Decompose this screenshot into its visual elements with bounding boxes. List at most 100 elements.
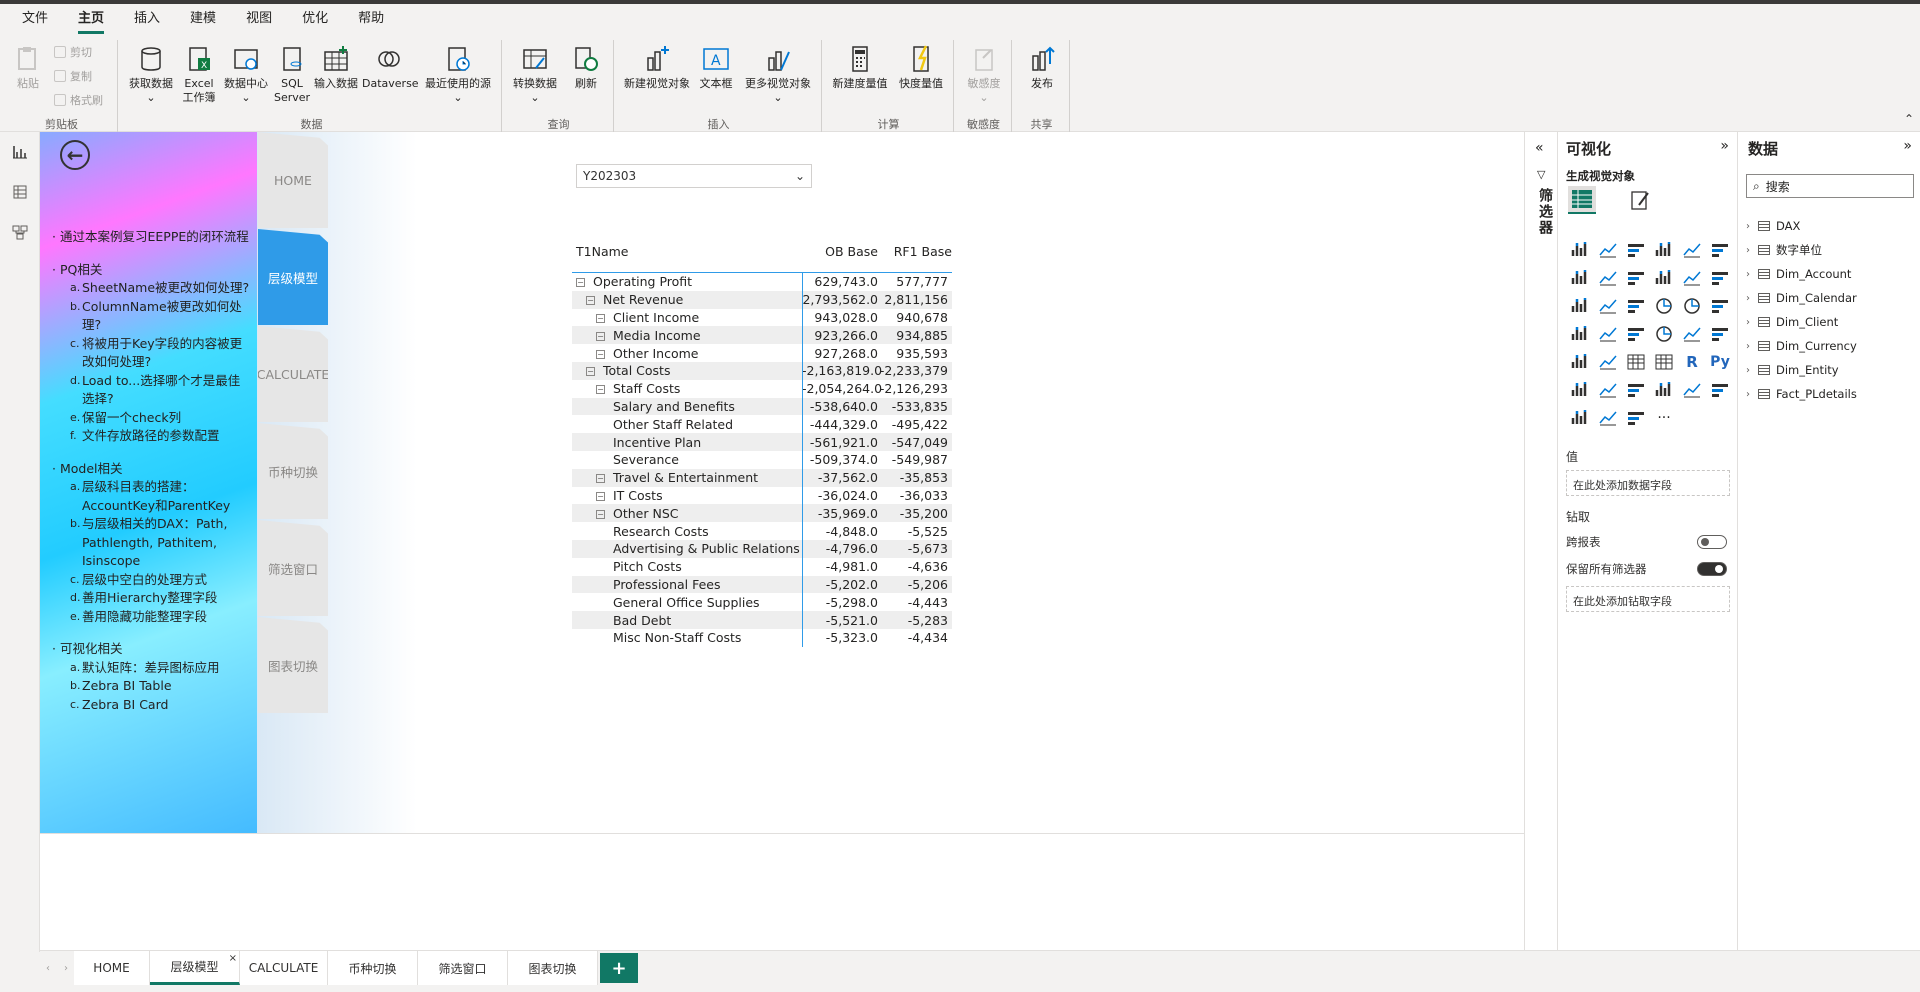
collapse-minus-icon[interactable]: − bbox=[596, 349, 605, 359]
more-icon[interactable]: ··· bbox=[1650, 404, 1678, 432]
100-column-icon[interactable] bbox=[1706, 236, 1734, 264]
page-tab-5[interactable]: 图表切换 bbox=[508, 951, 598, 985]
keep-filters-toggle[interactable] bbox=[1697, 562, 1727, 576]
treemap-icon[interactable] bbox=[1706, 292, 1734, 320]
header-rf1-base[interactable]: RF1 Base bbox=[882, 244, 952, 259]
data-table-item[interactable]: › Dim_Currency bbox=[1746, 334, 1857, 358]
menu-6[interactable]: 帮助 bbox=[358, 4, 384, 34]
line-clustered-icon[interactable] bbox=[1678, 264, 1706, 292]
scatter-icon[interactable] bbox=[1622, 292, 1650, 320]
pie-icon[interactable] bbox=[1650, 292, 1678, 320]
quick-measure-button[interactable]: 快度量值 bbox=[894, 44, 948, 91]
r-visual-icon[interactable]: R bbox=[1678, 348, 1706, 376]
filters-title[interactable]: 筛选器 bbox=[1535, 188, 1555, 236]
chevron-right-icon[interactable]: › bbox=[1746, 389, 1758, 400]
nav-tab-4[interactable]: 筛选窗口 bbox=[258, 520, 328, 616]
clustered-bar-icon[interactable] bbox=[1622, 236, 1650, 264]
menu-0[interactable]: 文件 bbox=[22, 4, 48, 34]
table-icon[interactable] bbox=[1622, 348, 1650, 376]
data-hub-button[interactable]: 数据中心 ⌄ bbox=[220, 44, 272, 105]
transform-data-button[interactable]: 转换数据 ⌄ bbox=[508, 44, 562, 105]
stacked-bar-icon[interactable] bbox=[1566, 236, 1594, 264]
format-painter-button[interactable]: 格式刷 bbox=[54, 92, 103, 108]
textbox-button[interactable]: A 文本框 bbox=[696, 44, 736, 91]
menu-5[interactable]: 优化 bbox=[302, 4, 328, 34]
chevron-right-icon[interactable]: › bbox=[1746, 221, 1758, 232]
funnel-icon[interactable] bbox=[1594, 292, 1622, 320]
page-tab-2[interactable]: CALCULATE bbox=[240, 951, 328, 985]
sql-server-button[interactable]: SQL Server bbox=[274, 44, 310, 105]
kpi-icon[interactable] bbox=[1566, 348, 1594, 376]
page-tab-1[interactable]: 层级模型 × bbox=[150, 951, 240, 985]
line-column-icon[interactable] bbox=[1650, 264, 1678, 292]
nav-tab-1[interactable]: 层级模型 bbox=[258, 229, 328, 325]
collapse-minus-icon[interactable]: − bbox=[596, 385, 605, 395]
add-page-button[interactable]: + bbox=[600, 953, 638, 983]
paginated-icon[interactable] bbox=[1706, 376, 1734, 404]
collapse-minus-icon[interactable]: − bbox=[596, 331, 605, 341]
filled-map-icon[interactable] bbox=[1594, 320, 1622, 348]
nav-tab-3[interactable]: 币种切换 bbox=[258, 423, 328, 519]
ribbon-icon[interactable] bbox=[1706, 264, 1734, 292]
gauge-icon[interactable] bbox=[1650, 320, 1678, 348]
collapse-minus-icon[interactable]: − bbox=[596, 313, 605, 323]
collapse-chevron-icon[interactable]: » bbox=[1903, 138, 1912, 154]
drillthrough-well[interactable]: 在此处添加钻取字段 bbox=[1566, 586, 1730, 612]
stacked-column-icon[interactable] bbox=[1594, 236, 1622, 264]
refresh-button[interactable]: 刷新 bbox=[566, 44, 606, 91]
power-automate-icon[interactable] bbox=[1594, 404, 1622, 432]
data-table-item[interactable]: › Dim_Account bbox=[1746, 262, 1857, 286]
waterfall-icon[interactable] bbox=[1566, 292, 1594, 320]
new-visual-button[interactable]: 新建视觉对象 bbox=[620, 44, 694, 91]
paste-button[interactable]: 粘贴 bbox=[10, 44, 46, 91]
publish-button[interactable]: 发布 bbox=[1020, 44, 1064, 91]
area-icon[interactable] bbox=[1594, 264, 1622, 292]
get-data-button[interactable]: 获取数据 ⌄ bbox=[126, 44, 176, 105]
100-bar-icon[interactable] bbox=[1678, 236, 1706, 264]
format-visual-tab[interactable] bbox=[1626, 186, 1654, 214]
more-visuals-button[interactable]: 更多视觉对象 ⌄ bbox=[738, 44, 818, 105]
nav-tab-0[interactable]: HOME bbox=[258, 132, 328, 228]
menu-2[interactable]: 插入 bbox=[134, 4, 160, 34]
period-slicer[interactable]: Y202303 ⌄ bbox=[576, 164, 812, 188]
new-measure-button[interactable]: 新建度量值 bbox=[828, 44, 892, 91]
values-well[interactable]: 在此处添加数据字段 bbox=[1566, 470, 1730, 496]
stacked-area-icon[interactable] bbox=[1622, 264, 1650, 292]
slicer-icon[interactable] bbox=[1594, 348, 1622, 376]
data-table-item[interactable]: › 数字单位 bbox=[1746, 238, 1857, 262]
collapse-chevron-icon[interactable]: » bbox=[1720, 138, 1729, 154]
cut-button[interactable]: 剪切 bbox=[54, 44, 92, 60]
decomposition-tree-icon[interactable] bbox=[1594, 376, 1622, 404]
data-search-input[interactable]: ⌕ 搜索 bbox=[1746, 174, 1914, 198]
data-table-item[interactable]: › Dim_Client bbox=[1746, 310, 1857, 334]
page-tab-3[interactable]: 币种切换 bbox=[328, 951, 418, 985]
clustered-column-icon[interactable] bbox=[1650, 236, 1678, 264]
chevron-right-icon[interactable]: › bbox=[1746, 245, 1758, 256]
power-apps-icon[interactable] bbox=[1566, 404, 1594, 432]
menu-4[interactable]: 视图 bbox=[246, 4, 272, 34]
excel-button[interactable]: X Excel 工作簿 bbox=[178, 44, 220, 105]
data-table-item[interactable]: › DAX bbox=[1746, 214, 1857, 238]
data-table-item[interactable]: › Fact_PLdetails bbox=[1746, 382, 1857, 406]
dataverse-button[interactable]: Dataverse bbox=[362, 44, 419, 91]
collapse-minus-icon[interactable]: − bbox=[596, 509, 605, 519]
copy-button[interactable]: 复制 bbox=[54, 68, 92, 84]
donut-icon[interactable] bbox=[1678, 292, 1706, 320]
build-visual-tab[interactable] bbox=[1568, 186, 1596, 214]
nav-tab-5[interactable]: 图表切换 bbox=[258, 617, 328, 713]
matrix-icon[interactable] bbox=[1650, 348, 1678, 376]
collapse-ribbon-icon[interactable]: ⌃ bbox=[1904, 112, 1914, 126]
header-t1name[interactable]: T1Name bbox=[576, 244, 806, 259]
chevron-right-icon[interactable]: › bbox=[1746, 293, 1758, 304]
smart-narrative-icon[interactable] bbox=[1650, 376, 1678, 404]
model-view-icon[interactable] bbox=[0, 212, 40, 252]
chevron-right-icon[interactable]: › bbox=[1746, 365, 1758, 376]
chevron-right-icon[interactable]: › bbox=[1746, 269, 1758, 280]
python-visual-icon[interactable]: Py bbox=[1706, 348, 1734, 376]
chevron-right-icon[interactable]: › bbox=[1746, 317, 1758, 328]
back-arrow-icon[interactable]: ← bbox=[60, 140, 90, 170]
close-icon[interactable]: × bbox=[229, 953, 237, 964]
zebra-bi-icon[interactable] bbox=[1622, 404, 1650, 432]
enter-data-button[interactable]: 输入数据 bbox=[312, 44, 360, 91]
report-view-icon[interactable] bbox=[0, 132, 40, 172]
